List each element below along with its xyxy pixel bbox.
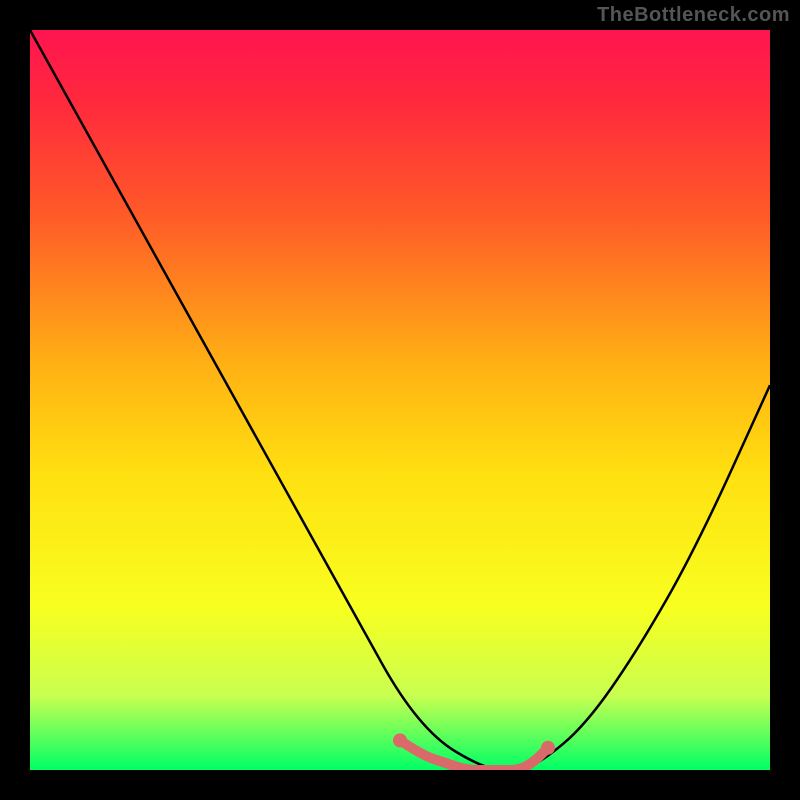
chart-container xyxy=(30,30,770,770)
optimal-band-endpoint xyxy=(541,741,555,755)
bottleneck-chart xyxy=(30,30,770,770)
watermark-text: TheBottleneck.com xyxy=(597,4,790,27)
optimal-band-endpoint xyxy=(393,733,407,747)
chart-background xyxy=(30,30,770,770)
